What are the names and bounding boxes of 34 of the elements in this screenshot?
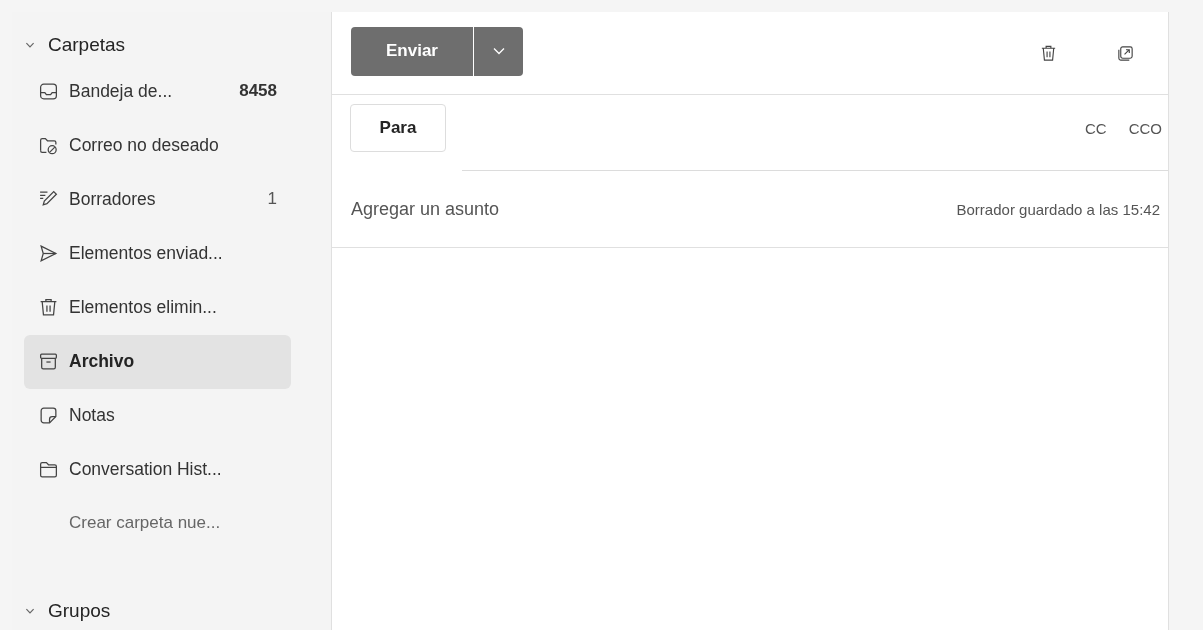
to-button[interactable]: Para <box>350 104 446 152</box>
folder-name: Elementos enviad... <box>69 242 224 264</box>
folder-item[interactable]: Conversation Hist... <box>24 442 291 497</box>
folder-name: Bandeja de... <box>69 80 174 102</box>
send-icon <box>38 242 59 264</box>
folder-name: Correo no deseado <box>69 134 220 156</box>
folder-item[interactable]: Notas <box>24 388 291 443</box>
folder-item[interactable]: Archivo <box>24 334 291 389</box>
folder-item[interactable]: Elementos elimin... <box>24 280 291 335</box>
folder-name: Archivo <box>69 351 136 373</box>
send-button[interactable]: Enviar <box>351 26 474 76</box>
groups-header[interactable]: Grupos <box>24 592 291 630</box>
pop-out-icon[interactable] <box>1116 43 1135 63</box>
draft-status: Borrador guardado a las 15:42 <box>956 200 1160 218</box>
folder-item[interactable]: Borradores 1 <box>24 172 291 227</box>
archive-box-icon <box>38 351 59 373</box>
new-folder-link[interactable]: Crear carpeta nue... <box>24 496 291 550</box>
folder-item[interactable]: Elementos enviad... <box>24 226 291 281</box>
folder-name: Conversation Hist... <box>69 459 223 481</box>
unread-count: 8458 <box>239 81 277 101</box>
trash-icon <box>38 296 59 318</box>
folder-item[interactable]: Bandeja de... 8458 <box>24 63 291 119</box>
folders-header[interactable]: Carpetas <box>24 26 291 64</box>
cc-link[interactable]: CC <box>1085 119 1107 137</box>
unread-count: 1 <box>267 189 277 210</box>
folder-icon <box>38 459 59 481</box>
note-icon <box>38 405 59 427</box>
send-options-button[interactable] <box>474 26 523 76</box>
folder-name: Elementos elimin... <box>69 296 218 318</box>
folder-name: Borradores <box>69 188 157 210</box>
bcc-link[interactable]: CCO <box>1128 119 1162 137</box>
folder-name: Notas <box>69 405 116 427</box>
trash-icon[interactable] <box>1039 43 1058 63</box>
folder-item[interactable]: Correo no deseado <box>24 118 291 173</box>
